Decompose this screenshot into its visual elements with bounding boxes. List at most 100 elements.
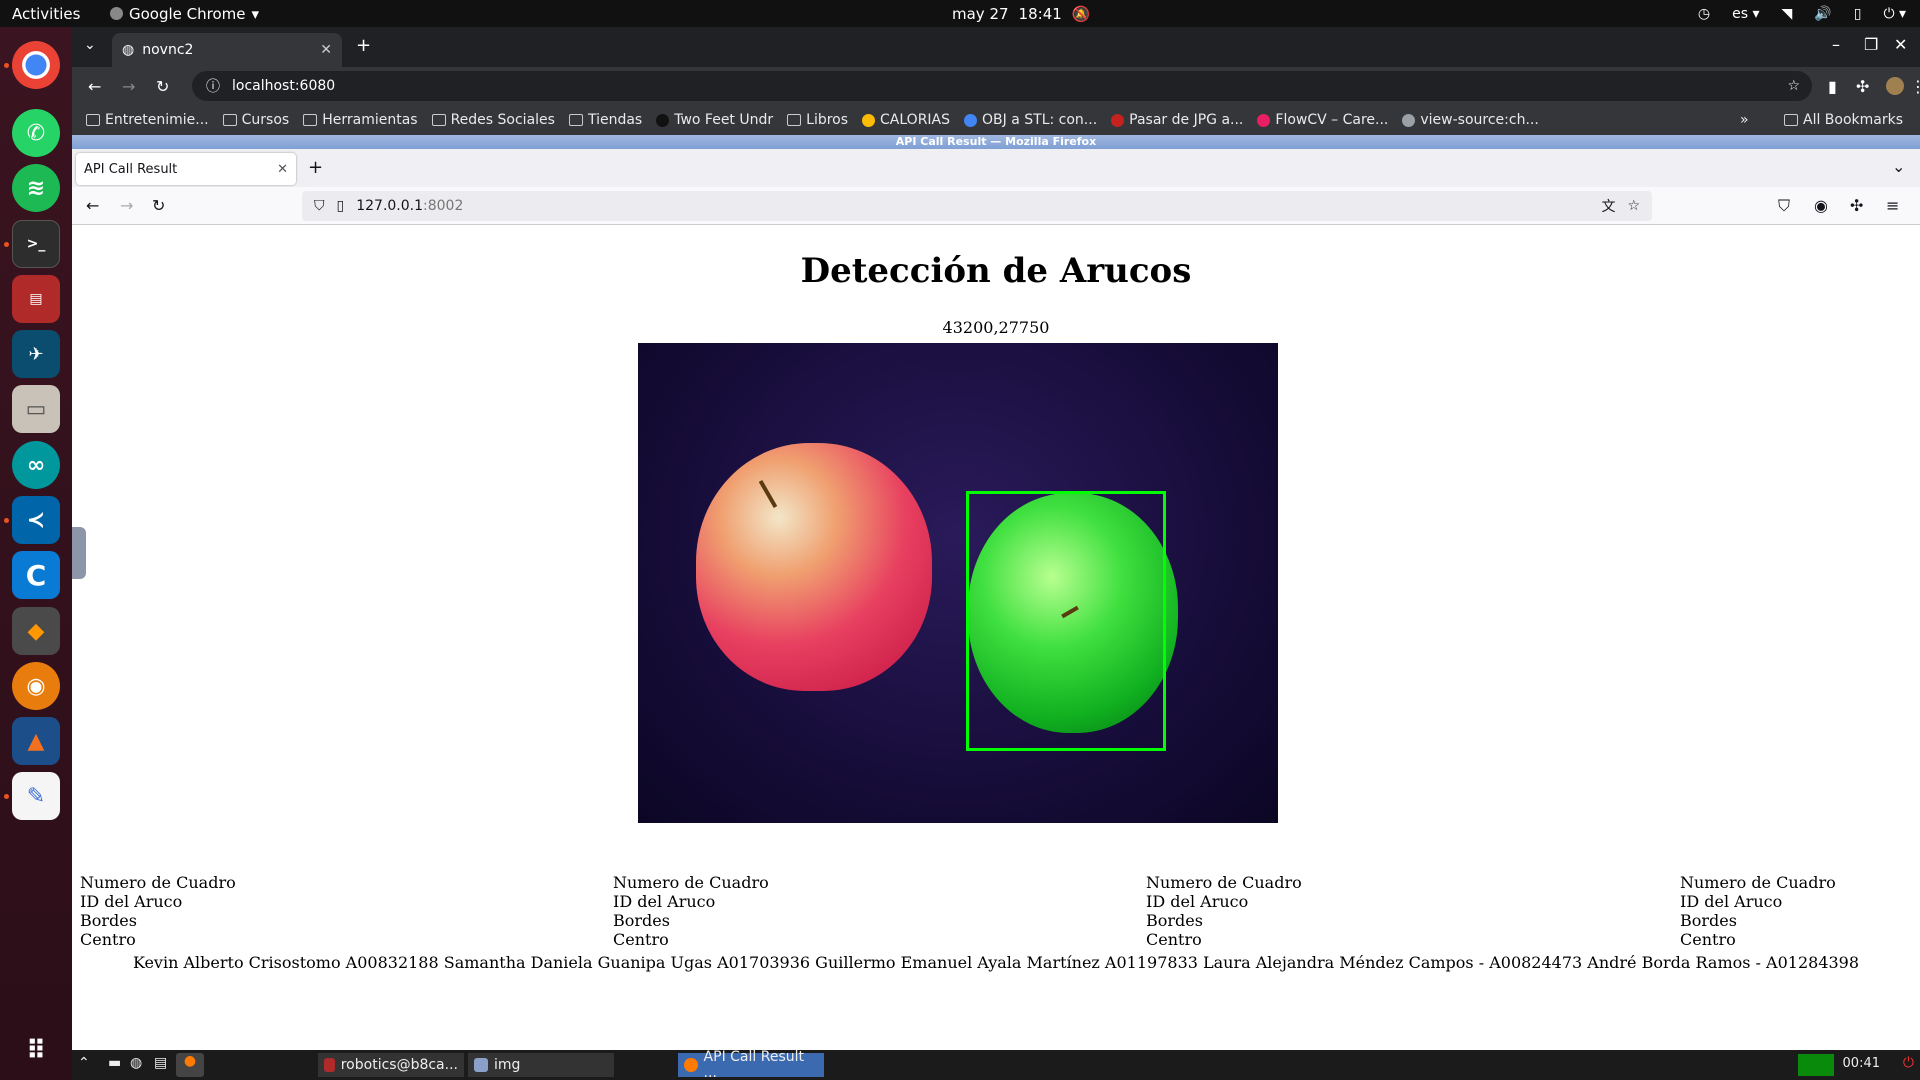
favicon-icon	[1257, 113, 1271, 127]
file-manager-icon[interactable]: ▤	[154, 1055, 167, 1071]
bookmark-item[interactable]: Tiendas	[568, 112, 642, 128]
extensions-icon[interactable]: ✣	[1850, 196, 1863, 215]
blender-icon[interactable]: ◉	[12, 662, 60, 710]
files-icon[interactable]: ▭	[12, 385, 60, 433]
red-apple	[696, 443, 932, 691]
tab-search-icon[interactable]: ⌄	[84, 37, 96, 53]
favicon-icon	[656, 113, 670, 127]
aruco-id-label: ID del Aruco	[80, 892, 183, 911]
new-tab-icon[interactable]: +	[308, 157, 323, 178]
taskbar-item[interactable]: img	[468, 1053, 614, 1077]
favicon-icon	[1111, 113, 1125, 127]
puzzle-icon[interactable]: ✣	[1856, 77, 1869, 96]
vscode-icon[interactable]: ≺	[12, 496, 60, 544]
bookmark-item[interactable]: Herramientas	[303, 112, 418, 128]
minimize-all-icon[interactable]: ▬	[108, 1055, 121, 1071]
folder-icon	[431, 114, 446, 126]
aruco-id-label: ID del Aruco	[1680, 892, 1783, 911]
all-bookmarks[interactable]: All Bookmarks	[1784, 112, 1903, 128]
novnc-viewport[interactable]: API Call Result — Mozilla Firefox API Ca…	[72, 135, 1920, 1080]
forward-icon[interactable]: →	[120, 196, 133, 215]
bookmark-item[interactable]: Cursos	[222, 112, 290, 128]
firefox-url-bar[interactable]: ⛉ ▯ 127.0.0.1:8002 文 ☆	[302, 191, 1652, 221]
favicon-icon	[1402, 113, 1416, 127]
system-tray[interactable]: ◷ es ▾ ◥ 🔊 ▯ ⏻ ▾	[1698, 6, 1906, 22]
power-icon[interactable]: ⏻	[1903, 1055, 1914, 1071]
menu-icon[interactable]: ⌃	[78, 1055, 90, 1071]
bookmark-item[interactable]: OBJ a STL: con...	[964, 112, 1097, 128]
hamburger-menu-icon[interactable]: ≡	[1886, 196, 1899, 215]
app-azure-icon[interactable]: ✈	[12, 330, 60, 378]
menu-icon[interactable]: ⋮	[1910, 77, 1920, 96]
bookmark-item[interactable]: CALORIAS	[862, 112, 950, 128]
close-tab-icon[interactable]: ✕	[320, 42, 332, 58]
url-port: :8002	[423, 198, 464, 214]
terminal-icon[interactable]: >_	[12, 220, 60, 268]
app-menu[interactable]: Google Chrome ▾	[110, 5, 259, 23]
novnc-control-bar-handle[interactable]	[72, 527, 86, 579]
lxde-taskbar: ⌃ ▬ ◍ ▤ ● robotics@b8ca... img API Call …	[72, 1049, 1920, 1080]
bookmark-item[interactable]: view-source:ch...	[1402, 112, 1539, 128]
running-indicator	[4, 63, 9, 68]
reload-icon[interactable]: ↻	[152, 196, 165, 215]
back-icon[interactable]: ←	[88, 77, 101, 96]
taskbar-clock[interactable]: 00:41	[1843, 1056, 1880, 1071]
url-text: 127.0.0.1:8002	[356, 198, 463, 214]
chrome-tab[interactable]: ◍ novnc2 ✕	[112, 33, 342, 67]
coordinates-text: 43200,27750	[942, 318, 1050, 337]
app-red-icon[interactable]: ▤	[12, 275, 60, 323]
gnome-top-bar: Activities Google Chrome ▾ may 27 18:41 …	[0, 0, 1920, 27]
bookmark-item[interactable]: Two Feet Undr	[656, 112, 773, 128]
spotify-icon[interactable]: ≋	[12, 164, 60, 212]
taskbar-item-label: API Call Result ...	[703, 1049, 804, 1080]
taskbar-item-active[interactable]: API Call Result ...	[678, 1049, 824, 1080]
pocket-icon[interactable]: ⛉	[1778, 196, 1790, 216]
bookmarks-bar: Entretenimie... Cursos Herramientas Redes S…	[72, 105, 1920, 135]
sublime-icon[interactable]: ◆	[12, 607, 60, 655]
terminal-icon	[324, 1058, 335, 1072]
account-icon[interactable]: ◉	[1814, 196, 1828, 215]
back-icon[interactable]: ←	[86, 196, 99, 215]
caret-down-icon: ▾	[251, 4, 260, 23]
arduino-icon[interactable]: ∞	[12, 441, 60, 489]
chrome-omnibox[interactable]: ⓘ localhost:6080 ☆	[192, 71, 1812, 101]
bookmark-item[interactable]: Redes Sociales	[431, 112, 555, 128]
bookmark-label: Cursos	[241, 112, 290, 128]
chrome-icon[interactable]	[12, 41, 60, 89]
page-title: Detección de Arucos	[800, 251, 1192, 291]
close-window-icon[interactable]: ✕	[1894, 35, 1907, 54]
chrome-url: localhost:6080	[232, 78, 336, 94]
close-tab-icon[interactable]: ✕	[277, 162, 288, 177]
taskbar-item[interactable]: robotics@b8ca...	[318, 1053, 464, 1077]
activities-button[interactable]: Activities	[12, 5, 80, 23]
bookmark-item[interactable]: Libros	[787, 112, 848, 128]
bookmark-star-icon[interactable]: ☆	[1627, 198, 1640, 214]
text-editor-icon[interactable]: ✎	[12, 772, 60, 820]
whatsapp-icon[interactable]: ✆	[12, 109, 60, 157]
extension-icon[interactable]: ▮	[1828, 77, 1837, 96]
frame-number-label: Numero de Cuadro	[1146, 873, 1302, 892]
firefox-launcher-icon[interactable]: ●	[176, 1053, 204, 1077]
firefox-tab[interactable]: API Call Result ✕	[76, 153, 296, 185]
clock[interactable]: may 27 18:41 🔕	[952, 5, 1090, 23]
bookmark-item[interactable]: Entretenimie...	[86, 112, 209, 128]
app-c-icon[interactable]: C	[12, 551, 60, 599]
bookmark-item[interactable]: Pasar de JPG a...	[1111, 112, 1243, 128]
avatar[interactable]	[1886, 77, 1904, 95]
bookmark-item[interactable]: FlowCV – Care...	[1257, 112, 1388, 128]
maximize-icon[interactable]: ❐	[1864, 35, 1878, 54]
forward-icon[interactable]: →	[122, 77, 135, 96]
new-tab-icon[interactable]: +	[356, 35, 371, 56]
language-indicator[interactable]: es ▾	[1732, 6, 1759, 22]
info-column: Numero de Cuadro ID del Aruco Bordes Cen…	[1146, 873, 1302, 949]
star-icon[interactable]: ☆	[1787, 78, 1800, 94]
network-icon[interactable]: ◍	[130, 1055, 142, 1071]
list-tabs-icon[interactable]: ⌄	[1892, 157, 1905, 176]
app-grid-icon[interactable]: ⠿	[12, 1027, 60, 1075]
minimize-icon[interactable]: –	[1832, 35, 1840, 54]
matlab-icon[interactable]: ▲	[12, 717, 60, 765]
translate-icon[interactable]: 文	[1601, 196, 1615, 216]
reload-icon[interactable]: ↻	[156, 77, 169, 96]
center-label: Centro	[613, 930, 669, 949]
more-bookmarks-icon[interactable]: »	[1740, 112, 1749, 128]
